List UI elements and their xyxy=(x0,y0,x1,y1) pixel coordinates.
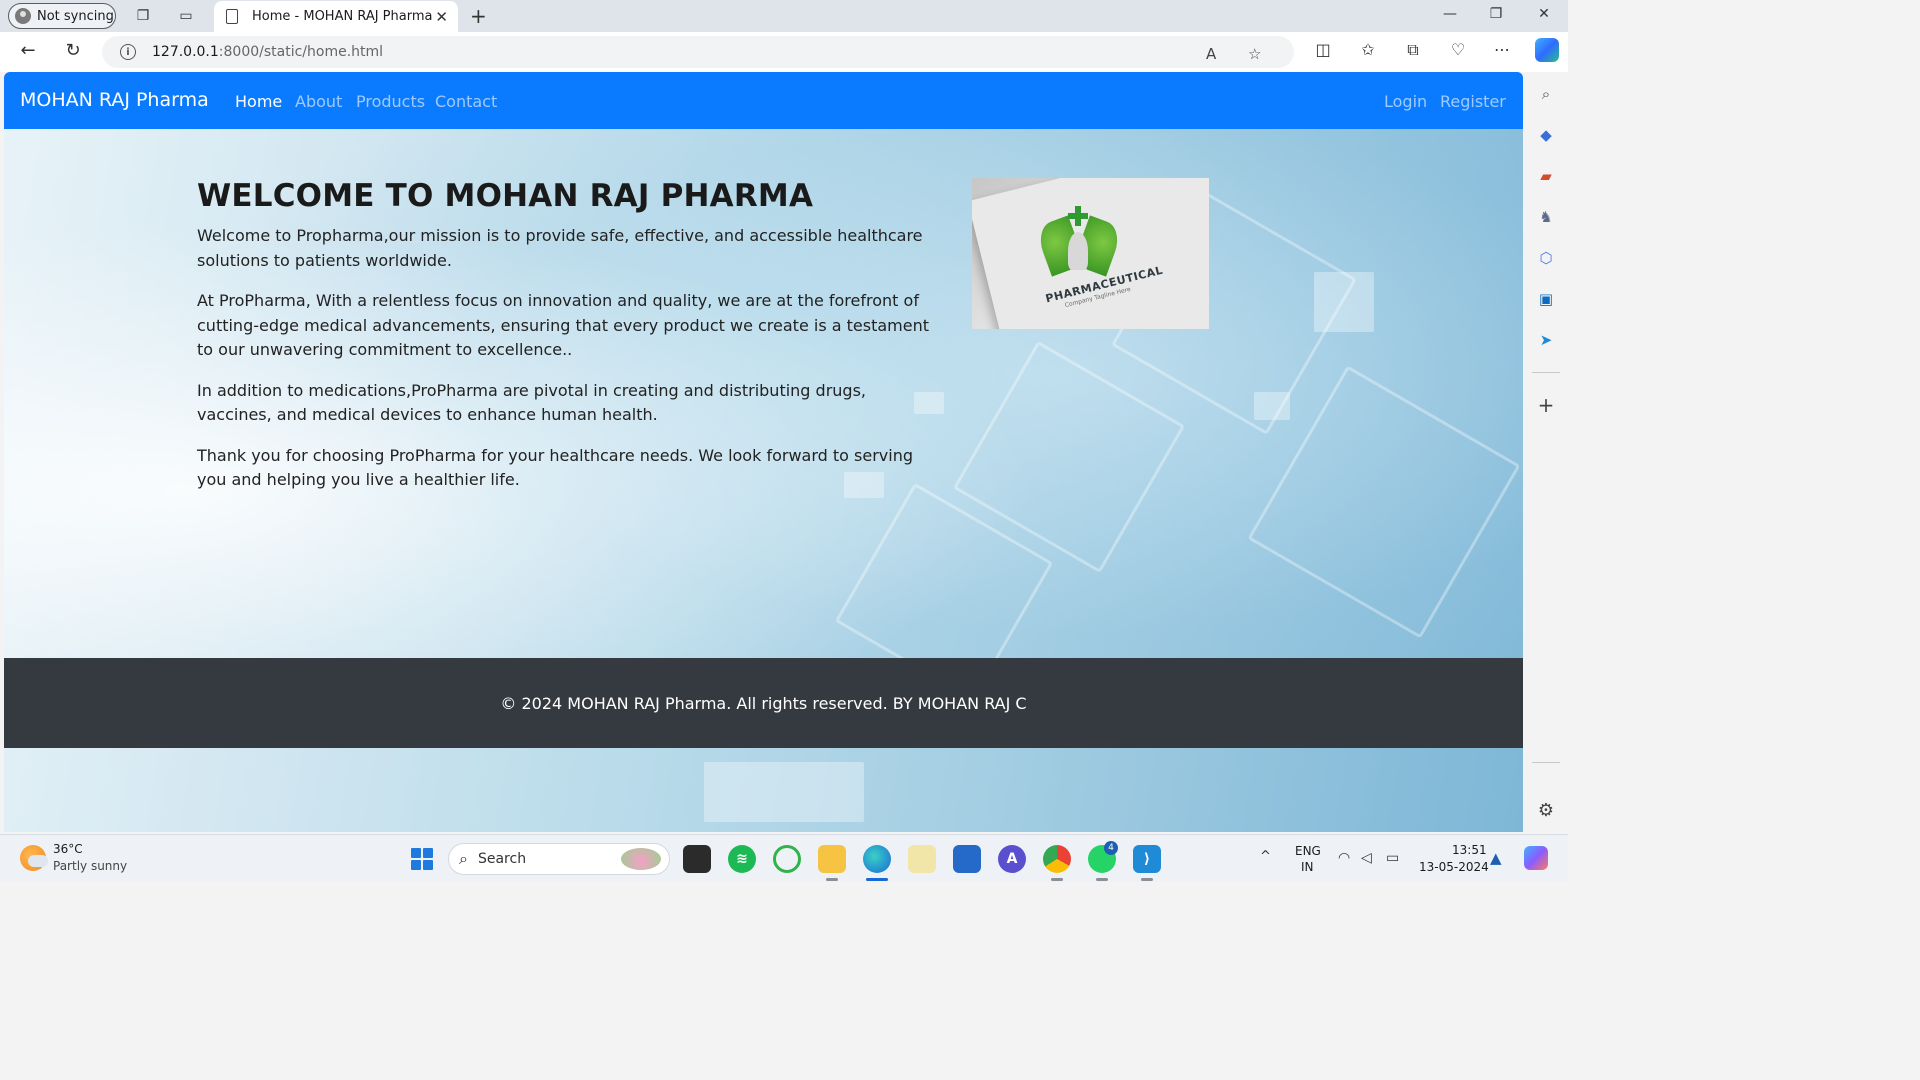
nav-home-link[interactable]: Home xyxy=(235,92,282,111)
favorite-star-icon[interactable]: ☆ xyxy=(1248,45,1261,63)
bg-glow xyxy=(1314,272,1374,332)
browser-titlebar: Not syncing ❐ ▭ Home - MOHAN RAJ Pharma … xyxy=(0,0,1568,32)
app-icon[interactable]: A xyxy=(998,845,1026,873)
url-path: :8000/static/home.html xyxy=(218,44,384,60)
tab-actions-icon[interactable]: ▭ xyxy=(175,5,197,27)
site-brand[interactable]: MOHAN RAJ Pharma xyxy=(20,89,209,111)
sidebar-shopping-icon[interactable]: ◆ xyxy=(1536,125,1556,145)
address-bar[interactable]: i 127.0.0.1:8000/static/home.html A ☆ xyxy=(102,36,1294,68)
sidebar-outlook-icon[interactable]: ▣ xyxy=(1536,289,1556,309)
running-indicator xyxy=(1096,878,1108,881)
close-window-icon[interactable]: ✕ xyxy=(1534,6,1554,22)
chrome-icon[interactable] xyxy=(1043,845,1071,873)
copilot-taskbar-icon[interactable] xyxy=(1524,846,1548,870)
language-region[interactable]: IN xyxy=(1301,860,1314,874)
spotify-icon[interactable]: ≋ xyxy=(728,845,756,873)
page-title: WELCOME TO MOHAN RAJ PHARMA xyxy=(197,178,814,214)
taskbar: 36°C Partly sunny ⌕ Search ≋ A 4 ⟩ ^ ENG… xyxy=(0,834,1568,882)
copilot-icon[interactable] xyxy=(1535,38,1559,62)
nav-products-link[interactable]: Products xyxy=(356,92,425,111)
collections-icon[interactable]: ⧉ xyxy=(1402,40,1424,60)
notification-bell-icon[interactable]: ▲ xyxy=(1490,849,1502,867)
profile-button[interactable]: Not syncing xyxy=(8,3,116,29)
sidebar-search-icon[interactable]: ⌕ xyxy=(1536,84,1556,104)
clock-date[interactable]: 13-05-2024 xyxy=(1419,860,1489,874)
edge-sidebar: ⌕ ◆ ▰ ♞ ⬡ ▣ ➤ + ⚙ xyxy=(1524,72,1568,832)
minimize-icon[interactable]: — xyxy=(1440,6,1460,22)
restore-icon[interactable]: ❐ xyxy=(1486,6,1506,22)
bg-glow xyxy=(1254,392,1290,420)
taskbar-search-label: Search xyxy=(477,851,527,867)
python-icon[interactable] xyxy=(908,845,936,873)
site-info-icon[interactable]: i xyxy=(120,44,136,60)
taskbar-search[interactable]: ⌕ Search xyxy=(448,843,670,875)
active-indicator xyxy=(866,878,888,881)
weather-temp[interactable]: 36°C xyxy=(53,842,83,856)
figure-icon xyxy=(1068,232,1088,270)
whatsapp-badge: 4 xyxy=(1104,841,1118,855)
site-navbar: MOHAN RAJ Pharma Home About Products Con… xyxy=(4,72,1523,129)
wifi-icon[interactable]: ◠ xyxy=(1338,850,1350,866)
hero-paragraph: Welcome to Propharma,our mission is to p… xyxy=(197,226,923,270)
weather-desc[interactable]: Partly sunny xyxy=(53,859,127,873)
profile-avatar-icon xyxy=(15,8,31,24)
nav-about-link[interactable]: About xyxy=(295,92,342,111)
hero-paragraph: Thank you for choosing ProPharma for you… xyxy=(197,445,913,490)
tray-chevron-icon[interactable]: ^ xyxy=(1260,849,1271,864)
battery-icon[interactable]: ▭ xyxy=(1386,850,1399,866)
hero-paragraph: In addition to medications,ProPharma are… xyxy=(197,380,866,425)
running-indicator xyxy=(1051,878,1063,881)
sidebar-games-icon[interactable]: ♞ xyxy=(1536,207,1556,227)
tab-home[interactable]: Home - MOHAN RAJ Pharma ✕ xyxy=(214,1,458,32)
sidebar-send-icon[interactable]: ➤ xyxy=(1536,330,1556,350)
split-screen-icon[interactable]: ◫ xyxy=(1312,40,1334,59)
more-menu-icon[interactable]: ⋯ xyxy=(1491,40,1513,59)
hero-content: WELCOME TO MOHAN RAJ PHARMA Welcome to P… xyxy=(197,178,937,509)
edge-icon[interactable] xyxy=(863,845,891,873)
file-explorer-icon[interactable] xyxy=(818,845,846,873)
favorites-icon[interactable]: ✩ xyxy=(1357,40,1379,59)
nav-register-link[interactable]: Register xyxy=(1440,92,1506,111)
search-highlight-icon xyxy=(621,848,661,870)
sidebar-tools-icon[interactable]: ▰ xyxy=(1536,166,1556,186)
running-indicator xyxy=(1141,878,1153,881)
start-windows-icon[interactable] xyxy=(411,848,433,870)
url-host: 127.0.0.1 xyxy=(152,44,219,60)
close-tab-icon[interactable]: ✕ xyxy=(435,8,448,26)
sidebar-m365-icon[interactable]: ⬡ xyxy=(1536,248,1556,268)
page-icon xyxy=(226,9,238,24)
sidebar-settings-icon[interactable]: ⚙ xyxy=(1536,800,1556,821)
task-view-icon[interactable] xyxy=(683,845,711,873)
read-aloud-icon[interactable]: A xyxy=(1206,45,1216,63)
refresh-app-icon[interactable] xyxy=(773,845,801,873)
bg-glow xyxy=(704,762,864,822)
weather-cloud-icon xyxy=(28,855,48,867)
new-tab-icon[interactable]: + xyxy=(470,4,487,28)
tab-title: Home - MOHAN RAJ Pharma xyxy=(252,9,433,24)
site-footer: © 2024 MOHAN RAJ Pharma. All rights rese… xyxy=(4,658,1523,748)
back-icon[interactable]: ← xyxy=(16,40,40,61)
language-primary[interactable]: ENG xyxy=(1295,844,1321,858)
nav-contact-link[interactable]: Contact xyxy=(435,92,497,111)
store-icon[interactable] xyxy=(953,845,981,873)
clock-time[interactable]: 13:51 xyxy=(1452,843,1487,857)
page-viewport: MOHAN RAJ Pharma Home About Products Con… xyxy=(4,72,1523,832)
sidebar-divider xyxy=(1532,372,1560,373)
pharma-logo-image: PHARMACEUTICAL Company Tagline Here xyxy=(972,178,1209,329)
running-indicator xyxy=(826,878,838,881)
sidebar-add-icon[interactable]: + xyxy=(1536,393,1556,417)
browser-essentials-icon[interactable]: ♡ xyxy=(1447,40,1469,59)
refresh-icon[interactable]: ↻ xyxy=(61,40,85,61)
workspaces-icon[interactable]: ❐ xyxy=(132,5,154,27)
volume-icon[interactable]: ◁ xyxy=(1361,850,1372,866)
vscode-icon[interactable]: ⟩ xyxy=(1133,845,1161,873)
nav-login-link[interactable]: Login xyxy=(1384,92,1427,111)
hero-paragraph: At ProPharma, With a relentless focus on… xyxy=(197,291,929,359)
footer-text: © 2024 MOHAN RAJ Pharma. All rights rese… xyxy=(500,693,1027,713)
sidebar-divider-bottom xyxy=(1532,762,1560,763)
profile-label: Not syncing xyxy=(37,8,114,24)
medical-cross-icon xyxy=(1068,206,1088,226)
search-icon: ⌕ xyxy=(459,849,468,868)
